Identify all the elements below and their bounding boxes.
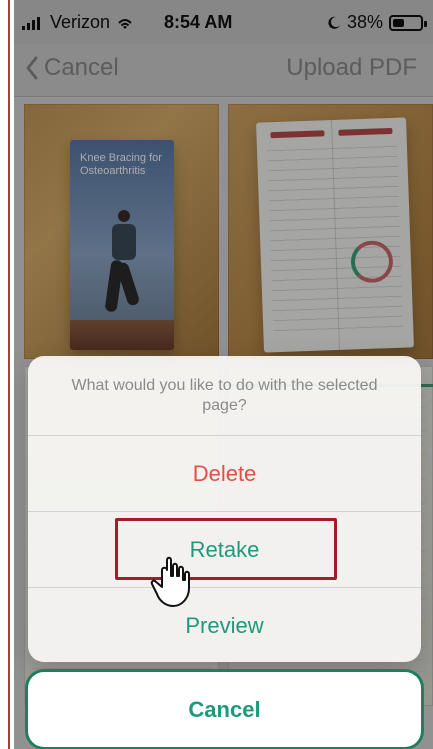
action-sheet-message: What would you like to do with the selec… [28, 356, 421, 436]
cancel-button[interactable]: Cancel [28, 672, 421, 747]
hand-cursor-icon [150, 556, 190, 607]
phone-screen: Verizon 8:54 AM 38% Cancel Upload PDF Kn… [14, 0, 433, 749]
left-border [0, 0, 14, 749]
delete-button[interactable]: Delete [28, 436, 421, 512]
preview-button[interactable]: Preview [28, 588, 421, 662]
action-sheet: What would you like to do with the selec… [28, 356, 421, 662]
